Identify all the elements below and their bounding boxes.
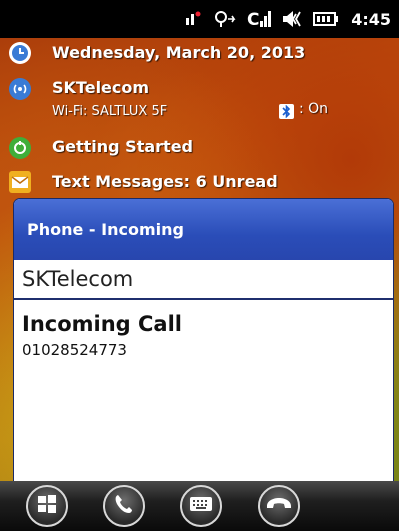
battery-icon[interactable] (313, 10, 339, 28)
clock[interactable]: 4:45 (351, 10, 391, 29)
caller-name: SKTelecom (14, 260, 393, 300)
phone-answer-icon (112, 492, 136, 520)
keyboard-icon (189, 495, 213, 517)
carrier-name: SKTelecom (52, 78, 150, 97)
phone-hangup-icon (265, 495, 293, 517)
status-bar: C 4:45 (0, 0, 399, 38)
keyboard-button[interactable] (180, 485, 222, 527)
incoming-call-dialog: Phone - Incoming SKTelecom Incoming Call… (13, 198, 394, 483)
call-status: Incoming Call (22, 312, 182, 336)
bluetooth-icon[interactable] (279, 104, 294, 119)
dialog-header: Phone - Incoming (14, 199, 393, 260)
signal-icon[interactable]: C (247, 8, 272, 30)
status-icons: C 4:45 (183, 0, 391, 38)
dialog-title: Phone - Incoming (27, 220, 184, 239)
windows-logo-icon (36, 493, 58, 519)
speaker-icon[interactable] (281, 9, 303, 29)
getting-started-icon (9, 137, 31, 159)
end-call-button[interactable] (258, 485, 300, 527)
today-getting-started-row[interactable]: Getting Started (0, 134, 399, 162)
today-date-row[interactable]: Wednesday, March 20, 2013 (0, 38, 399, 68)
volume-icon[interactable] (183, 9, 203, 29)
windows-start-button[interactable] (26, 485, 68, 527)
clock-icon (9, 42, 31, 64)
answer-call-button[interactable] (103, 485, 145, 527)
date-text: Wednesday, March 20, 2013 (52, 43, 306, 62)
getting-started-text: Getting Started (52, 137, 193, 156)
svg-text:C: C (247, 10, 259, 30)
bottom-bar (0, 481, 399, 531)
sync-icon[interactable] (213, 9, 237, 29)
caller-number: 01028524773 (22, 341, 127, 359)
today-carrier-row[interactable]: SKTelecom Wi-Fi: SALTLUX 5F (0, 72, 399, 128)
today-messages-row[interactable]: Text Messages: 6 Unread (0, 170, 399, 198)
message-icon (9, 171, 31, 193)
wifi-status: Wi-Fi: SALTLUX 5F (52, 104, 168, 119)
bluetooth-status: : On (299, 101, 329, 117)
messages-text: Text Messages: 6 Unread (52, 172, 278, 191)
wireless-icon (9, 78, 31, 100)
